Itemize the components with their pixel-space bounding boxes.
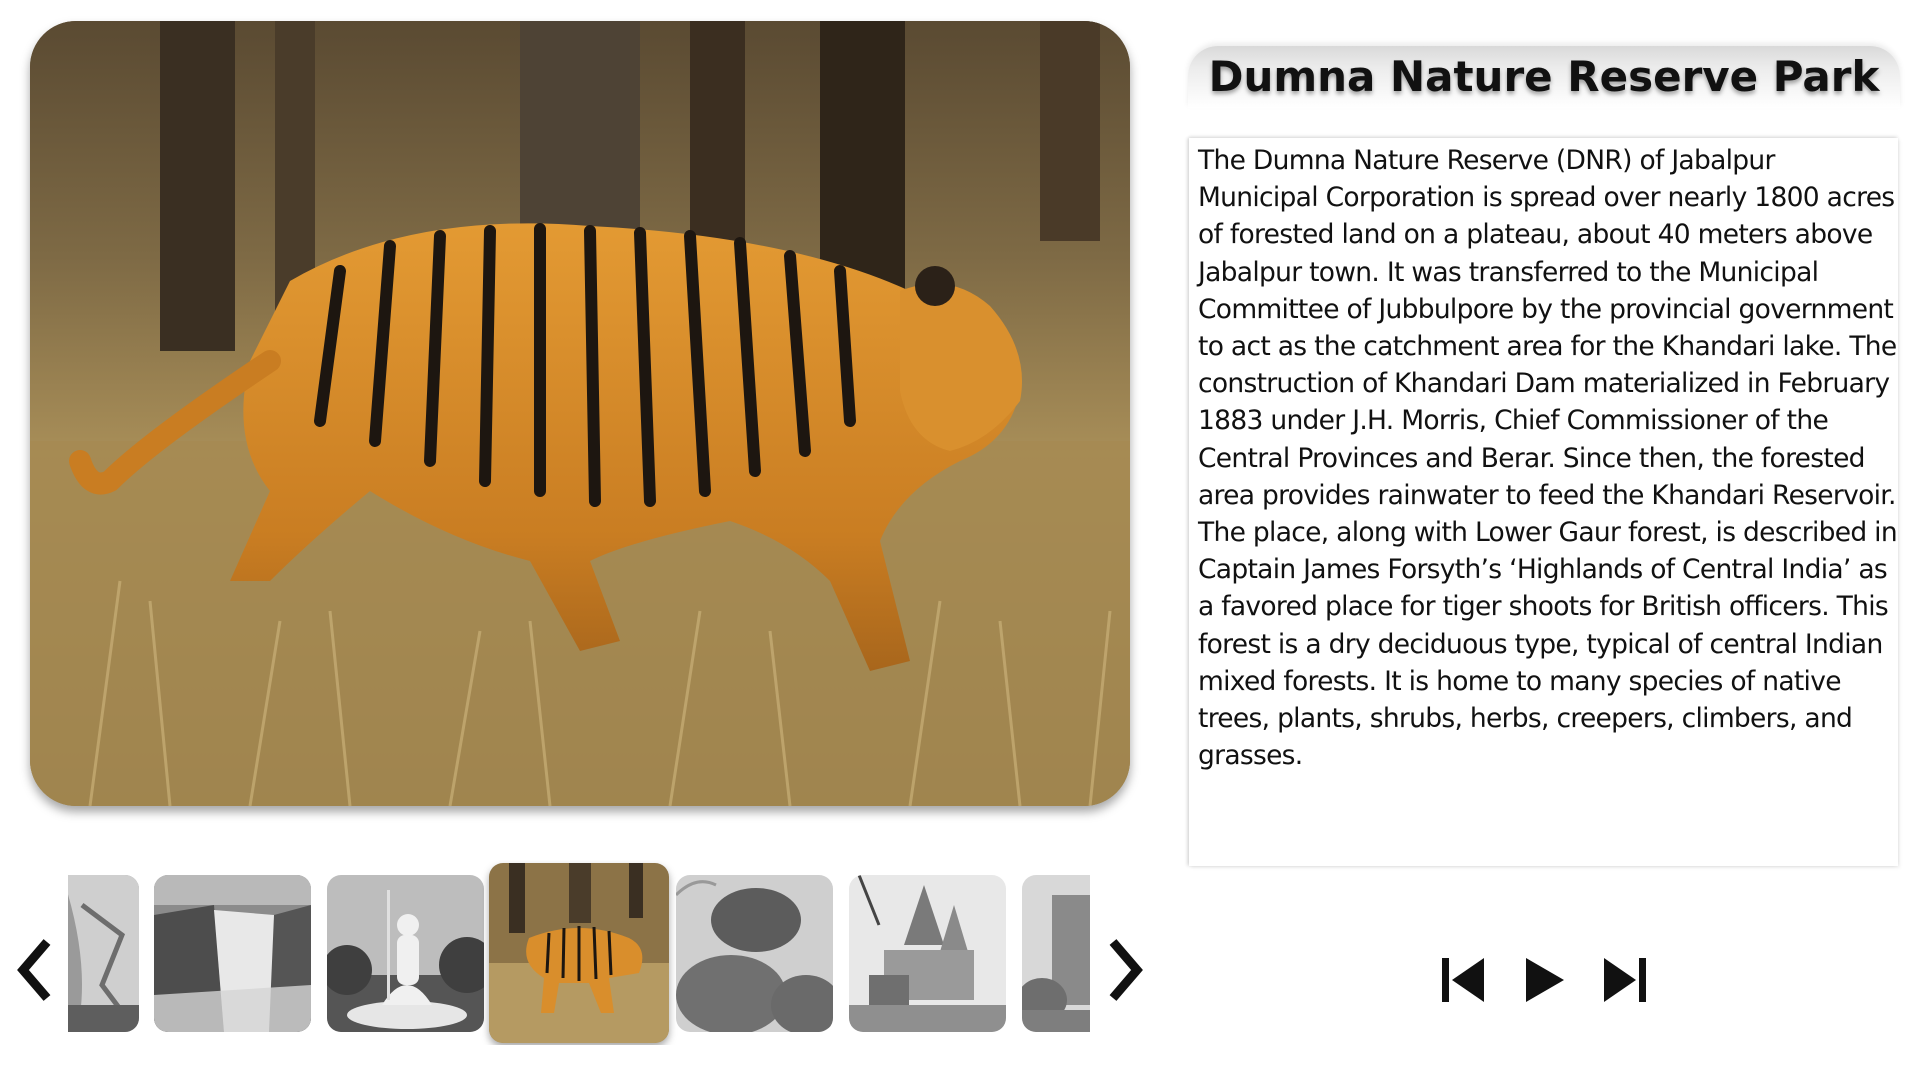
description-text: The Dumna Nature Reserve (DNR) of Jabalp… xyxy=(1198,145,1898,772)
play-button[interactable] xyxy=(1520,955,1568,1005)
page: Dumna Nature Reserve Park The Dumna Natu… xyxy=(0,0,1920,1080)
thumbnail-waterfall[interactable] xyxy=(154,875,311,1032)
fort-image xyxy=(1022,875,1090,1032)
previous-button[interactable] xyxy=(1440,955,1488,1005)
skip-next-icon xyxy=(1604,958,1646,1002)
thumbnail-balancing-rock[interactable] xyxy=(676,875,833,1032)
chevron-right-icon xyxy=(1109,939,1143,1001)
thumbnail-strip xyxy=(68,860,1090,1045)
skip-previous-icon xyxy=(1442,958,1484,1002)
temple-image xyxy=(849,875,1006,1032)
thumbnail-tiger[interactable] xyxy=(489,863,669,1043)
next-button[interactable] xyxy=(1600,955,1648,1005)
page-title: Dumna Nature Reserve Park xyxy=(1208,52,1880,101)
thumbnail-fort[interactable] xyxy=(1022,875,1090,1032)
tiger-photo xyxy=(30,21,1130,806)
marble-rocks-image xyxy=(68,875,139,1032)
player-controls xyxy=(1440,955,1660,1011)
thumbnail-shiva-statue[interactable] xyxy=(327,875,484,1032)
balancing-rock-image xyxy=(676,875,833,1032)
play-icon xyxy=(1526,958,1564,1002)
tiger-thumbnail-image xyxy=(489,863,669,1043)
thumbnail-marble-rocks[interactable] xyxy=(68,875,139,1032)
thumbnail-temple[interactable] xyxy=(849,875,1006,1032)
strip-prev-button[interactable] xyxy=(10,930,60,1010)
main-image xyxy=(30,21,1130,806)
chevron-left-icon xyxy=(17,939,51,1001)
strip-next-button[interactable] xyxy=(1100,930,1150,1010)
waterfall-image xyxy=(154,875,311,1032)
shiva-statue-image xyxy=(327,875,484,1032)
